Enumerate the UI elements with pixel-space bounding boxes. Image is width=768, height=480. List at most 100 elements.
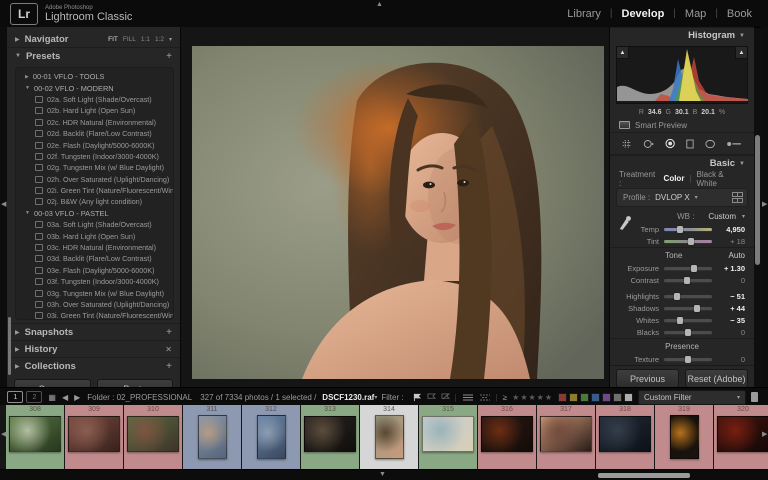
preset-item[interactable]: 02d. Backlit (Flare/Low Contrast) [16,128,173,139]
cell-thumbnail[interactable] [481,416,533,452]
wb-value[interactable]: Custom [708,212,736,221]
add-preset-icon[interactable]: + [166,51,172,62]
color-label-swatch-3[interactable] [591,393,600,402]
temp-slider-thumb[interactable] [677,226,683,233]
exposure-slider-thumb[interactable] [691,265,697,272]
preset-item[interactable]: 03c. HDR Natural (Environmental) [16,242,173,253]
color-label-swatch-0[interactable] [558,393,567,402]
cell-thumbnail[interactable] [599,416,651,452]
preset-item[interactable]: 03b. Hard Light (Open Sun) [16,230,173,241]
presets-header[interactable]: ▼ Presets + [7,47,180,64]
navigator-zoom-fill[interactable]: FILL [123,36,136,43]
tint-value[interactable]: + 18 [717,237,745,246]
highlights-value[interactable]: − 51 [717,292,745,301]
panel-collapse-top-icon[interactable]: ▲ [376,1,383,8]
cell-thumbnail[interactable] [540,416,592,452]
second-window-button[interactable]: 2 [26,391,42,403]
filmstrip-cell-315[interactable]: 315 [419,405,477,469]
right-panel-scrollbar[interactable] [755,30,760,385]
main-photo[interactable] [192,46,604,379]
shadows-value[interactable]: + 44 [717,304,745,313]
folder-path[interactable]: Folder : 02_PROFESSIONAL [87,393,192,402]
blacks-slider-track[interactable] [664,331,712,334]
blacks-slider-thumb[interactable] [685,329,691,336]
auto-button[interactable]: Auto [729,251,745,260]
panel-collapse-bottom-icon[interactable]: ▼ [379,471,386,478]
cell-thumbnail[interactable] [257,415,286,459]
left-panel-scrollbar[interactable] [8,317,11,375]
previous-photo-icon[interactable]: ◀ [62,393,68,402]
filmstrip-cell-313[interactable]: 313 [301,405,359,469]
navigator-header[interactable]: ▶ Navigator FITFILL1:11:2▾ [7,31,180,47]
adjustment-brush-icon[interactable] [726,138,742,150]
rating-stars[interactable]: ★★★★★ [512,393,553,402]
graduated-filter-icon[interactable] [686,138,694,150]
shadows-slider-track[interactable] [664,307,712,310]
panel-collapse-right-icon[interactable]: ▶ [762,200,767,208]
highlights-slider-track[interactable] [664,295,712,298]
cell-thumbnail[interactable] [127,416,179,452]
filmstrip-cell-311[interactable]: 311 [183,405,241,469]
texture-slider-thumb[interactable] [685,356,691,363]
preset-item[interactable]: 02e. Flash (Daylight/5000-6000K) [16,139,173,150]
add-collection-icon[interactable]: + [166,361,172,372]
attribute-filter-icon[interactable] [462,393,474,402]
cell-thumbnail[interactable] [304,416,356,452]
cell-thumbnail[interactable] [670,415,699,459]
profile-dropdown-icon[interactable]: ▾ [695,194,698,201]
temp-value[interactable]: 4,950 [717,225,745,234]
preset-item[interactable]: 02i. Green Tint (Nature/Fluorescent/Wind… [16,185,173,196]
profile-browser-icon[interactable] [732,192,741,203]
preset-item[interactable]: 03i. Green Tint (Nature/Fluorescent/Wind… [16,310,173,320]
preset-item[interactable]: 02a. Soft Light (Shade/Overcast) [16,94,173,105]
color-label-swatch-1[interactable] [569,393,578,402]
cell-thumbnail[interactable] [422,416,474,452]
histogram-graph[interactable]: ▲ ▲ [616,46,748,104]
preset-group[interactable]: ▼00-03 VFLO - PASTEL [16,208,173,219]
tint-slider-track[interactable] [664,240,712,243]
filmstrip-cell-314[interactable]: 314 [360,405,418,469]
preset-item[interactable]: 03e. Flash (Daylight/5000-6000K) [16,265,173,276]
collections-header[interactable]: ▶ Collections + [7,357,180,374]
reset-button[interactable]: Reset (Adobe) [685,369,748,388]
highlights-slider-thumb[interactable] [674,293,680,300]
filmstrip-cell-312[interactable]: 312 [242,405,300,469]
exposure-value[interactable]: + 1.30 [717,264,745,273]
filmstrip-cell-310[interactable]: 310 [124,405,182,469]
add-snapshot-icon[interactable]: + [166,327,172,338]
filmstrip-cell-316[interactable]: 316 [478,405,536,469]
flag-pick-icon[interactable] [413,393,422,401]
cell-thumbnail[interactable] [68,416,120,452]
tint-slider-thumb[interactable] [688,238,694,245]
filmstrip-cell-308[interactable]: 308 [6,405,64,469]
spot-removal-icon[interactable] [643,138,654,150]
preset-item[interactable]: 03g. Tungsten Mix (w/ Blue Daylight) [16,287,173,298]
custom-filter-dropdown[interactable]: Custom Filter ▾ [638,390,746,405]
filmstrip-cell-319[interactable]: 319 [655,405,713,469]
whites-slider-thumb[interactable] [677,317,683,324]
metadata-filter-icon[interactable] [479,393,491,402]
panel-collapse-left-icon[interactable]: ◀ [1,200,6,208]
treatment-bw-option[interactable]: Black & White [697,170,745,188]
blacks-value[interactable]: 0 [717,328,745,337]
filmstrip-scroll-right-icon[interactable]: ▶ [762,430,767,438]
cell-thumbnail[interactable] [9,416,61,452]
profile-row[interactable]: Profile : DVLOP X ▾ [616,188,748,207]
crop-overlay-icon[interactable] [622,138,632,150]
navigator-zoom-fit[interactable]: FIT [108,36,118,43]
module-tab-library[interactable]: Library [567,8,601,20]
filmstrip-scroll-left-icon[interactable]: ◀ [1,430,6,438]
color-label-swatch-6[interactable] [624,393,633,402]
cell-thumbnail[interactable] [375,415,404,459]
preset-item[interactable]: 03d. Backlit (Flare/Low Contrast) [16,253,173,264]
filmstrip-cell-320[interactable]: 320 [714,405,768,469]
preset-item[interactable]: 02g. Tungsten Mix (w/ Blue Daylight) [16,162,173,173]
texture-slider-track[interactable] [664,358,712,361]
smart-preview-row[interactable]: Smart Preview [610,118,754,133]
flag-reject-icon[interactable] [441,393,450,401]
highlight-clipping-icon[interactable]: ▲ [735,47,747,59]
color-label-swatch-4[interactable] [602,393,611,402]
whites-slider-track[interactable] [664,319,712,322]
exposure-slider-track[interactable] [664,267,712,270]
color-label-swatch-5[interactable] [613,393,622,402]
